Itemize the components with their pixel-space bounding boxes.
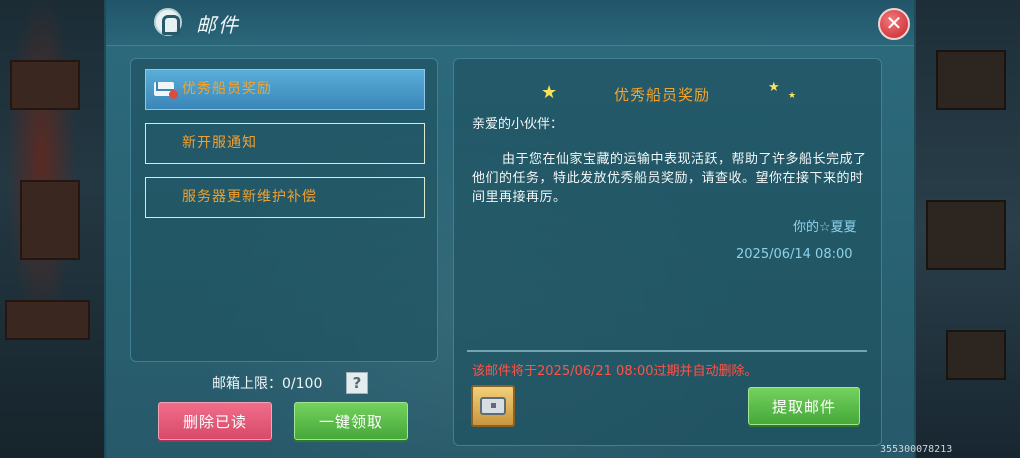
mail-list-item-label: 新开服通知 xyxy=(182,135,257,151)
star-icon: ★ xyxy=(768,80,780,95)
player-id: 35530007821З xyxy=(880,444,953,455)
title-bar: 邮件 xyxy=(106,0,914,46)
mail-list-item-crew-reward[interactable]: 优秀船员奖励 xyxy=(145,69,425,110)
mail-list-item-maintenance[interactable]: 服务器更新维护补偿 xyxy=(145,177,425,218)
background-crate xyxy=(946,330,1006,380)
background-crate xyxy=(936,50,1006,110)
game-background-right xyxy=(916,0,1020,458)
mail-title: 优秀船员奖励 xyxy=(614,86,711,104)
divider xyxy=(467,350,867,352)
mailbox-icon xyxy=(154,8,182,36)
mail-date: 2025/06/14 08:00 xyxy=(736,247,853,262)
mail-list-item-label: 服务器更新维护补偿 xyxy=(182,189,317,205)
mail-greeting: 亲爱的小伙伴： xyxy=(472,117,564,132)
help-button[interactable]: ? xyxy=(346,372,368,394)
window-title: 邮件 xyxy=(196,13,240,37)
mail-signature: 你的☆夏夏 xyxy=(793,220,857,235)
mail-list-item-label: 优秀船员奖励 xyxy=(182,81,272,97)
background-crate xyxy=(10,60,80,110)
background-crate xyxy=(926,200,1006,270)
star-icon: ★ xyxy=(788,91,797,101)
delete-read-button[interactable]: 删除已读 xyxy=(158,402,272,440)
claim-all-button[interactable]: 一键领取 xyxy=(294,402,408,440)
game-background-left xyxy=(0,0,104,458)
close-button[interactable]: ✕ xyxy=(878,8,910,40)
mail-list-item-new-server[interactable]: 新开服通知 xyxy=(145,123,425,164)
reward-item-slot[interactable] xyxy=(471,385,515,427)
treasure-chest-icon xyxy=(480,397,506,415)
unread-mail-icon xyxy=(154,82,178,99)
claim-mail-button[interactable]: 提取邮件 xyxy=(748,387,860,425)
mail-body: 由于您在仙家宝藏的运输中表现活跃，帮助了许多船长完成了他们的任务，特此发放优秀船… xyxy=(472,152,867,205)
background-crate xyxy=(5,300,90,340)
expire-notice: 该邮件将于2025/06/21 08:00过期并自动删除。 xyxy=(472,364,758,379)
background-crate xyxy=(20,180,80,260)
star-icon: ★ xyxy=(541,82,558,103)
mailbox-capacity: 邮箱上限：0/100 xyxy=(212,376,323,392)
